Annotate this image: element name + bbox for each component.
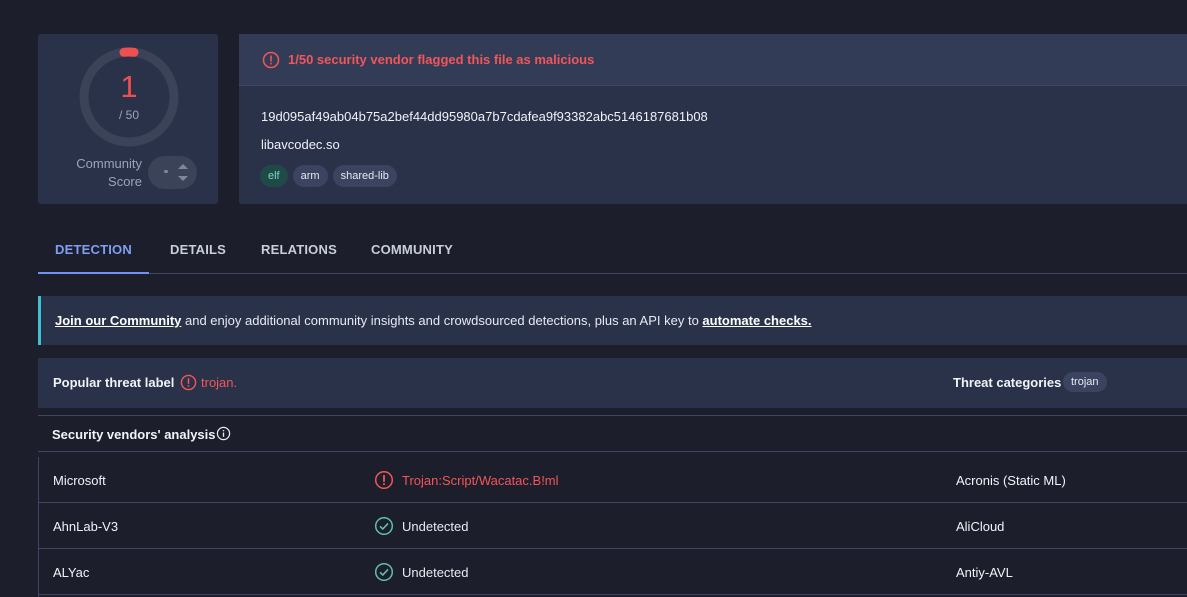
vendor-table: Microsoft Trojan:Script/Wacatac.B!ml Acr…: [38, 457, 1187, 597]
report-tabs: DETECTION DETAILS RELATIONS COMMUNITY: [38, 228, 1187, 274]
file-tags: elf arm shared-lib: [260, 165, 397, 187]
info-circle-icon[interactable]: [216, 426, 231, 441]
detection-total: / 50: [118, 108, 139, 122]
tag-arm[interactable]: arm: [292, 165, 328, 187]
table-row: ALYac Undetected Antiy-AVL: [39, 549, 1187, 595]
vendor-name: Microsoft: [53, 473, 106, 488]
vote-down-icon[interactable]: [178, 176, 188, 181]
tab-detection[interactable]: DETECTION: [38, 228, 149, 274]
vendor-result: Undetected: [402, 565, 469, 580]
vendor-name: AhnLab-V3: [53, 519, 119, 534]
detection-alert-text: 1/50 security vendor flagged this file a…: [288, 52, 595, 67]
file-hash[interactable]: 19d095af49ab04b75a2bef44dd95980a7b7cdafe…: [261, 109, 708, 124]
community-vote-control[interactable]: [148, 156, 197, 189]
tag-shared-lib[interactable]: shared-lib: [332, 165, 397, 187]
vendors-analysis-header: Security vendors' analysis: [38, 415, 1187, 452]
check-circle-icon: [374, 516, 394, 536]
table-row: Microsoft Trojan:Script/Wacatac.B!ml Acr…: [39, 457, 1187, 503]
automate-checks-link[interactable]: automate checks.: [702, 313, 811, 328]
detection-count: 1: [120, 69, 138, 104]
alert-circle-icon: [374, 470, 394, 490]
vendor-result: Undetected: [402, 519, 469, 534]
file-info-card: 1/50 security vendor flagged this file a…: [239, 34, 1187, 204]
vendor-name-secondary: Antiy-AVL: [956, 565, 1013, 580]
tab-community[interactable]: COMMUNITY: [371, 228, 453, 274]
detection-alert-bar: 1/50 security vendor flagged this file a…: [239, 34, 1187, 86]
tab-details[interactable]: DETAILS: [170, 228, 226, 274]
vendor-result[interactable]: Trojan:Script/Wacatac.B!ml: [402, 473, 559, 488]
popular-threat-label: Popular threat label: [53, 375, 175, 390]
file-name: libavcodec.so: [261, 137, 340, 152]
threat-category-tag[interactable]: trojan: [1063, 372, 1107, 392]
vendor-name-secondary: AliCloud: [956, 519, 1005, 534]
threat-summary-row: Popular threat label trojan. Threat cate…: [38, 358, 1187, 408]
popular-threat-value[interactable]: trojan.: [201, 375, 237, 390]
score-card: 1 / 50 Community Score: [38, 34, 218, 204]
vote-indicator: [164, 170, 168, 173]
community-score-label: Community Score: [76, 156, 142, 189]
tab-relations[interactable]: RELATIONS: [261, 228, 337, 274]
vote-up-icon[interactable]: [178, 164, 188, 169]
threat-categories-label: Threat categories: [953, 375, 1062, 390]
table-row: AhnLab-V3 Undetected AliCloud: [39, 503, 1187, 549]
vendors-analysis-title: Security vendors' analysis: [52, 427, 216, 442]
check-circle-icon: [374, 562, 394, 582]
banner-middle-text: and enjoy additional community insights …: [181, 313, 703, 328]
banner-text: Join our Community and enjoy additional …: [55, 313, 812, 328]
vendor-name: ALYac: [53, 565, 90, 580]
vendor-name-secondary: Acronis (Static ML): [956, 473, 1066, 488]
alert-circle-icon: [180, 374, 197, 391]
join-community-link[interactable]: Join our Community: [55, 313, 181, 328]
alert-circle-icon: [262, 51, 280, 69]
community-banner: Join our Community and enjoy additional …: [38, 296, 1187, 345]
tag-elf[interactable]: elf: [260, 165, 288, 187]
